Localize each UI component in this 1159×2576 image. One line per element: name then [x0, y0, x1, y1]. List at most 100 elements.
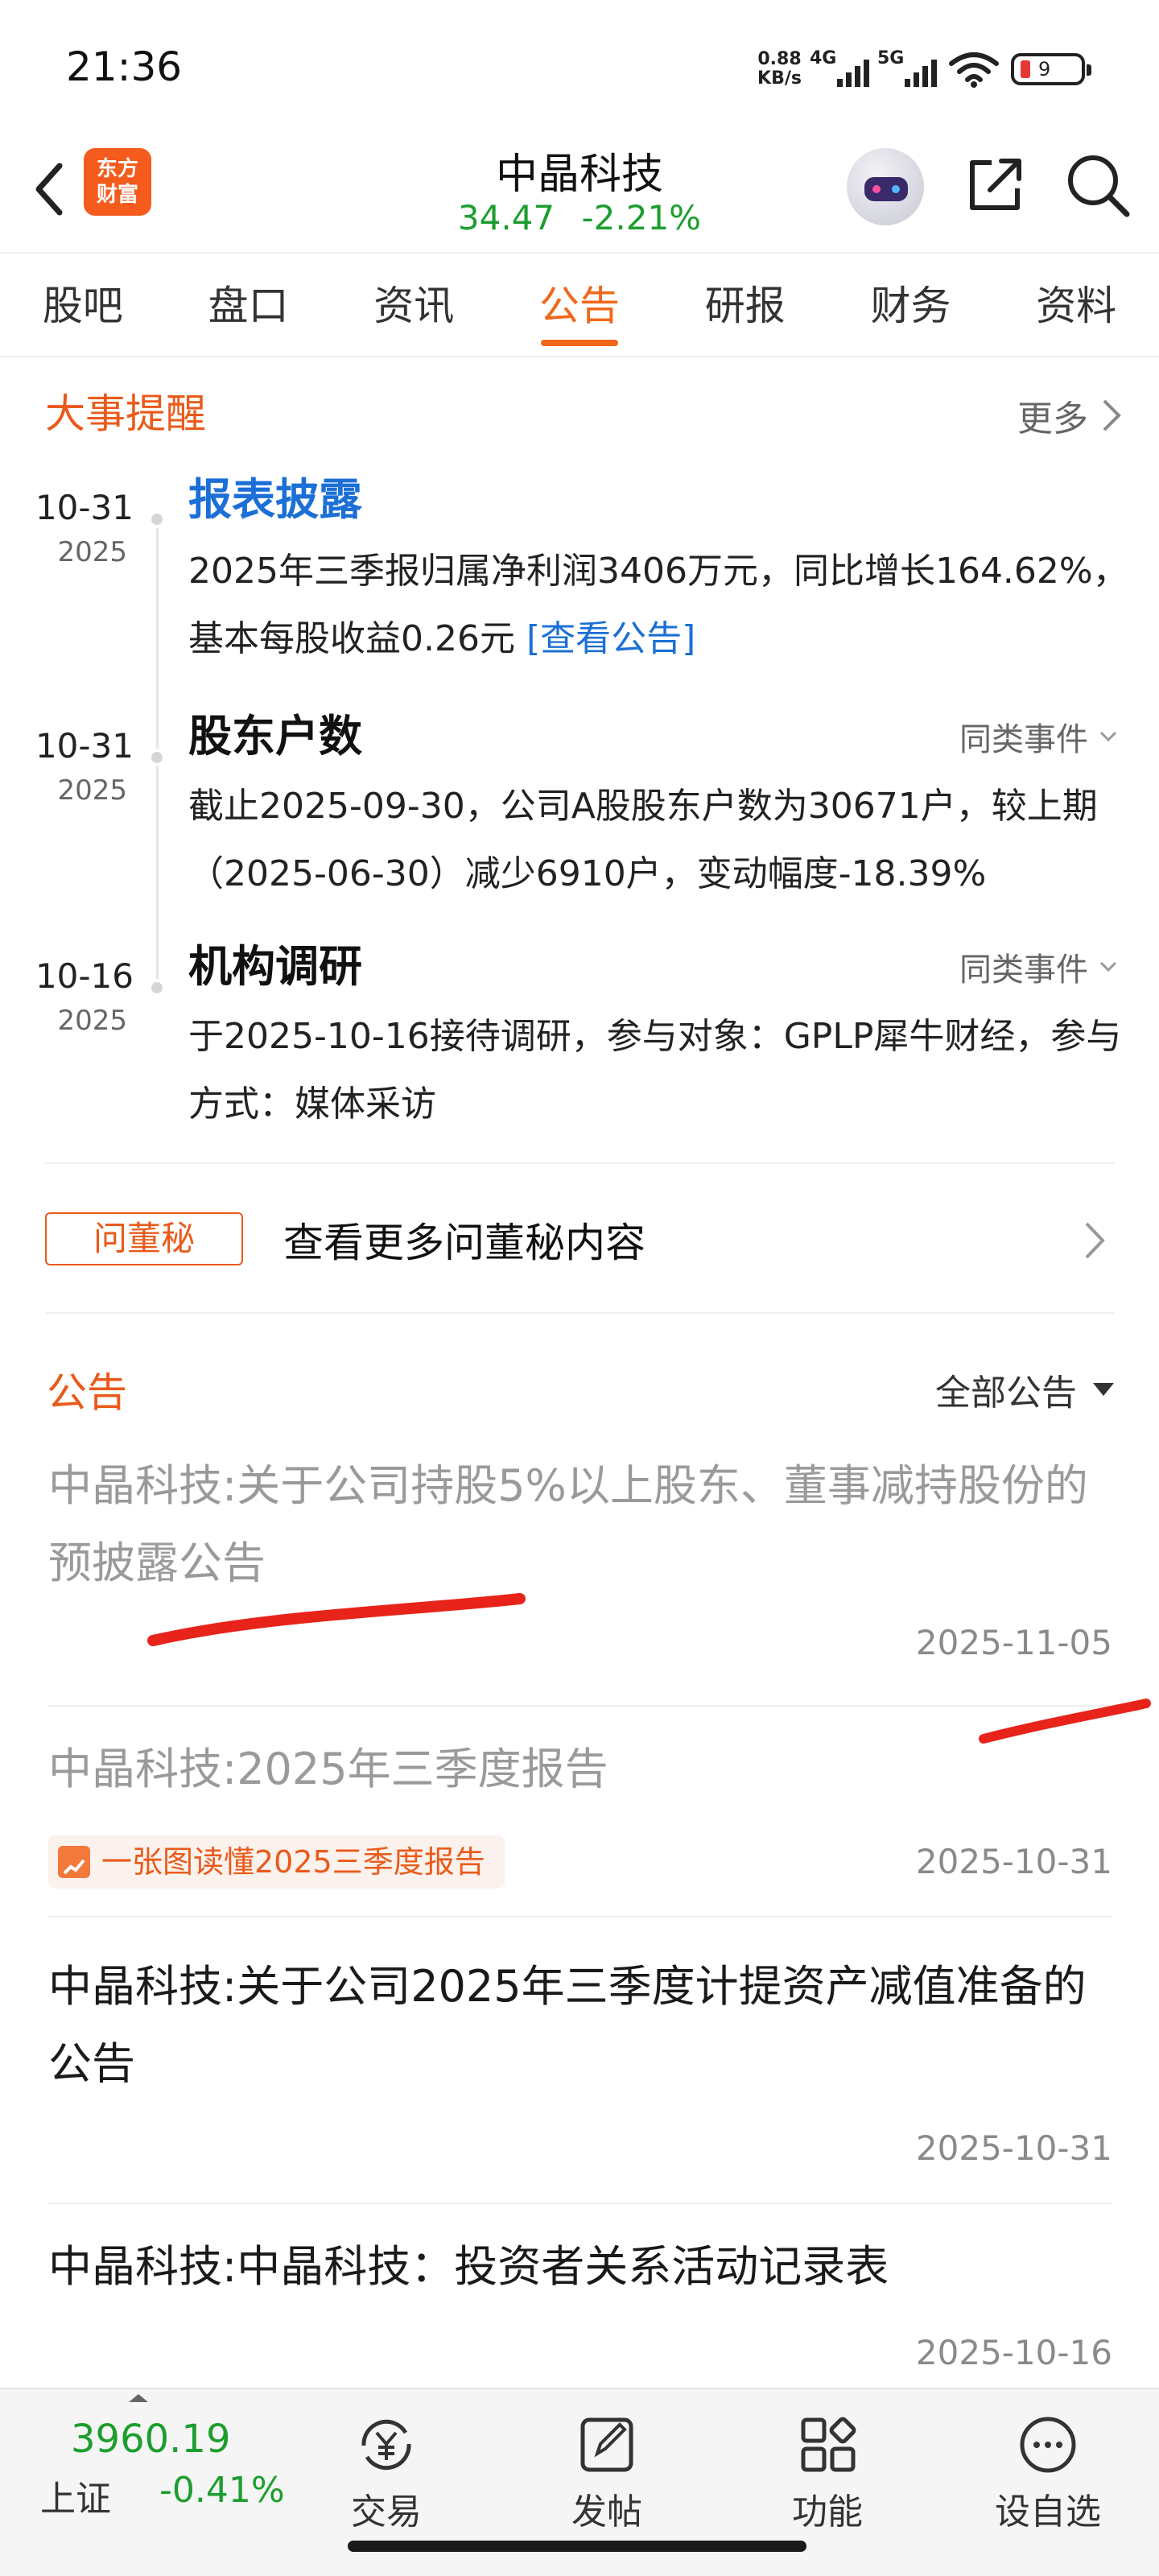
- ask-secretary-row[interactable]: 问董秘 查看更多问董秘内容: [45, 1162, 1114, 1314]
- sim2-label: 5G: [877, 48, 905, 68]
- chevron-down-icon: [1099, 961, 1117, 972]
- event-date: 10-31: [35, 488, 134, 527]
- view-announcement-link[interactable]: [查看公告]: [526, 618, 695, 659]
- event-body: 截止2025-09-30，公司A股股东户数为30671户，较上期（2025-06…: [188, 786, 1098, 894]
- status-icons: 0.88 KB/s 4G 5G 9: [757, 45, 1091, 93]
- stock-header: 东方 财富 中晶科技 34.47 -2.21%: [0, 129, 1159, 254]
- signal-5g-icon: 5G: [877, 48, 937, 87]
- post-icon: [580, 2417, 633, 2472]
- same-type-events-button[interactable]: 同类事件: [959, 943, 1119, 990]
- stock-change-pct: -2.21%: [581, 198, 702, 237]
- network-speed-value: 0.88: [757, 49, 802, 69]
- announcement-date: 2025-11-05: [915, 1623, 1112, 1662]
- same-type-label: 同类事件: [959, 952, 1088, 989]
- index-name[interactable]: 上证: [40, 2470, 111, 2521]
- ai-assistant-icon[interactable]: [847, 148, 924, 225]
- event-year: 2025: [57, 774, 127, 807]
- ask-secretary-badge: 问董秘: [45, 1212, 243, 1265]
- tab-research[interactable]: 研报: [662, 254, 828, 356]
- same-type-events-button[interactable]: 同类事件: [959, 713, 1119, 760]
- status-bar: 21:36 0.88 KB/s 4G 5G 9: [0, 0, 1159, 129]
- timeline-dot: [148, 510, 166, 528]
- chart-icon: [58, 1846, 90, 1878]
- events-more-link[interactable]: 更多: [1017, 390, 1122, 441]
- event-year: 2025: [57, 536, 127, 568]
- status-time: 21:36: [66, 43, 183, 90]
- infographic-tag[interactable]: 一张图读懂2025三季度报告: [48, 1835, 505, 1889]
- eastmoney-logo[interactable]: 东方 财富: [84, 148, 151, 216]
- events-section: 大事提醒 更多 10-31 2025 报表披露 2025年三季报归属净利润340…: [0, 359, 1159, 1156]
- more-icon: [1020, 2417, 1076, 2473]
- announcement-filter-dropdown[interactable]: 全部公告: [935, 1364, 1114, 1415]
- bottom-tab-functions[interactable]: 功能: [755, 2405, 900, 2542]
- price-row: 34.47 -2.21%: [402, 198, 757, 237]
- announcements-title: 公告: [47, 1369, 127, 1416]
- announcement-filter-label: 全部公告: [935, 1373, 1077, 1414]
- signal-4g-icon: 4G: [810, 48, 869, 87]
- chevron-down-icon: [1099, 731, 1117, 742]
- announcement-date: 2025-10-16: [915, 2333, 1112, 2372]
- wifi-icon: [949, 52, 999, 88]
- tab-pankou[interactable]: 盘口: [166, 254, 332, 356]
- bottom-tab-watchlist[interactable]: 设自选: [975, 2405, 1120, 2542]
- announcement-title: 中晶科技:中晶科技：投资者关系活动记录表: [48, 2241, 889, 2292]
- event-year: 2025: [57, 1005, 127, 1037]
- index-value[interactable]: 3960.19: [71, 2417, 231, 2462]
- battery-level: 9: [1038, 58, 1051, 80]
- event-title: 机构调研: [188, 941, 362, 992]
- tab-finance[interactable]: 财务: [828, 254, 994, 356]
- trade-icon: [361, 2419, 411, 2471]
- home-indicator[interactable]: [348, 2541, 806, 2552]
- bottom-tab-trade[interactable]: 交易: [314, 2405, 459, 2542]
- announcement-item[interactable]: 中晶科技:关于公司2025年三季度计提资产减值准备的公告 2025-10-31: [48, 1918, 1112, 2204]
- events-title: 大事提醒: [45, 390, 206, 437]
- timeline-dot: [148, 749, 166, 766]
- same-type-label: 同类事件: [959, 721, 1088, 758]
- bottom-tab-label: 设自选: [995, 2491, 1101, 2533]
- timeline-dot: [148, 979, 166, 997]
- events-more-label: 更多: [1017, 398, 1088, 440]
- announcement-title: 中晶科技:2025年三季度报告: [48, 1744, 608, 1794]
- announcement-title: 中晶科技:关于公司持股5%以上股东、董事减持股份的预披露公告: [48, 1460, 1088, 1588]
- announcement-date: 2025-10-31: [915, 2128, 1112, 2168]
- announcement-item[interactable]: 中晶科技:2025年三季度报告 一张图读懂2025三季度报告 2025-10-3…: [48, 1707, 1112, 1918]
- announcement-item[interactable]: 中晶科技:关于公司持股5%以上股东、董事减持股份的预披露公告 2025-11-0…: [48, 1447, 1112, 1707]
- battery-icon: 9: [1011, 53, 1091, 85]
- index-change[interactable]: -0.41%: [159, 2470, 285, 2511]
- tab-announcements[interactable]: 公告: [497, 254, 662, 356]
- event-title[interactable]: 报表披露: [188, 464, 362, 527]
- announcement-title: 中晶科技:关于公司2025年三季度计提资产减值准备的公告: [48, 1961, 1087, 2089]
- event-title: 股东户数: [188, 711, 362, 762]
- infographic-tag-label: 一张图读懂2025三季度报告: [101, 1844, 485, 1880]
- logo-line-2: 财富: [96, 183, 138, 207]
- sim1-label: 4G: [810, 48, 837, 68]
- chevron-right-icon: [1103, 399, 1121, 431]
- tab-profile[interactable]: 资料: [993, 254, 1159, 356]
- network-speed-unit: KB/s: [757, 68, 802, 89]
- event-body: 于2025-10-16接待调研，参与对象：GPLP犀牛财经，参与方式：媒体采访: [188, 1016, 1122, 1125]
- expand-caret-icon[interactable]: [129, 2394, 148, 2402]
- network-speed: 0.88 KB/s: [757, 50, 802, 89]
- back-arrow-icon[interactable]: [24, 153, 72, 225]
- tab-guba[interactable]: 股吧: [0, 254, 166, 356]
- grid-icon: [801, 2417, 856, 2472]
- bottom-tab-label: 交易: [351, 2491, 422, 2533]
- tab-news[interactable]: 资讯: [331, 254, 497, 356]
- share-icon[interactable]: [963, 153, 1027, 217]
- ask-secretary-text: 查看更多问董秘内容: [283, 1220, 645, 1266]
- stock-price: 34.47: [457, 198, 555, 237]
- announcement-item[interactable]: 中晶科技:中晶科技：投资者关系活动记录表 2025-10-16: [48, 2204, 1112, 2389]
- bottom-tab-label: 发帖: [571, 2491, 642, 2533]
- event-body: 2025年三季报归属净利润3406万元，同比增长164.62%，基本每股收益0.…: [188, 538, 1130, 673]
- search-icon[interactable]: [1064, 151, 1132, 219]
- stock-name: 中晶科技: [495, 151, 663, 199]
- bottom-tab-post[interactable]: 发帖: [534, 2405, 679, 2542]
- chevron-right-icon: [1085, 1222, 1105, 1259]
- dropdown-triangle-icon: [1093, 1383, 1114, 1396]
- announcement-date: 2025-10-31: [915, 1842, 1112, 1881]
- stock-tabs: 股吧 盘口 资讯 公告 研报 财务 资料: [0, 254, 1159, 357]
- bottom-tab-label: 功能: [792, 2491, 863, 2533]
- event-date: 10-16: [35, 956, 134, 996]
- logo-line-1: 东方: [96, 157, 138, 181]
- event-date: 10-31: [35, 726, 134, 766]
